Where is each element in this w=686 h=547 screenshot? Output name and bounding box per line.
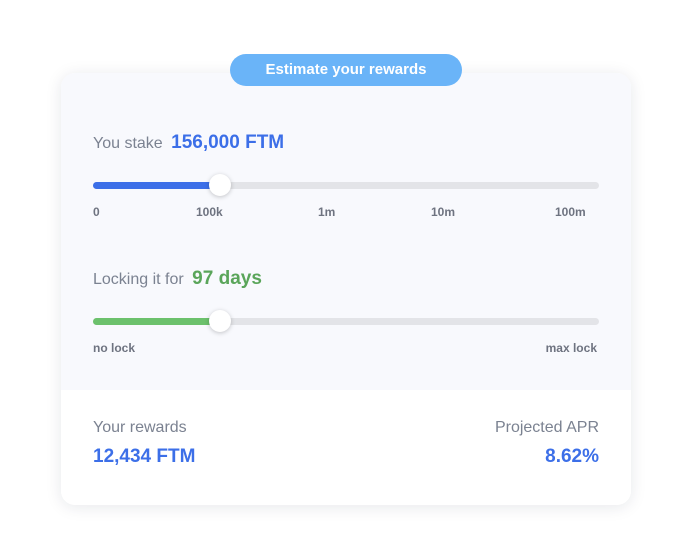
stake-tick-1m: 1m — [318, 205, 336, 219]
stake-value: 156,000 FTM — [171, 132, 285, 153]
stake-label-row: You stake 156,000 FTM — [93, 132, 284, 154]
lock-slider-handle[interactable] — [208, 310, 231, 332]
apr-label: Projected APR — [494, 419, 599, 436]
rewards-calculator-card: You stake 156,000 FTM 0 100k 1m 10m 100m… — [61, 73, 631, 505]
stake-tick-100m: 100m — [555, 205, 586, 219]
lock-slider-fill — [93, 318, 220, 325]
rewards-value: 12,434 FTM — [93, 446, 196, 467]
stake-tick-10m: 10m — [431, 205, 456, 219]
stake-slider-fill — [93, 182, 220, 189]
stake-slider[interactable] — [93, 174, 599, 196]
stake-tick-0: 0 — [93, 205, 100, 219]
lock-value: 97 days — [192, 268, 262, 289]
calculator-results-section: Your rewards 12,434 FTM Projected APR 8.… — [61, 390, 631, 505]
lock-label: Locking it for — [93, 271, 184, 288]
stake-tick-100k: 100k — [196, 205, 223, 219]
apr-value: 8.62% — [545, 446, 599, 467]
estimate-rewards-pill: Estimate your rewards — [230, 54, 462, 86]
lock-slider[interactable] — [93, 310, 599, 332]
lock-label-row: Locking it for 97 days — [93, 268, 262, 290]
rewards-label: Your rewards — [93, 419, 187, 436]
lock-min-label: no lock — [93, 341, 136, 355]
calculator-inputs-section: You stake 156,000 FTM 0 100k 1m 10m 100m… — [61, 73, 631, 390]
stake-slider-handle[interactable] — [208, 174, 231, 196]
lock-max-label: max lock — [545, 341, 597, 355]
stake-label: You stake — [93, 135, 163, 152]
